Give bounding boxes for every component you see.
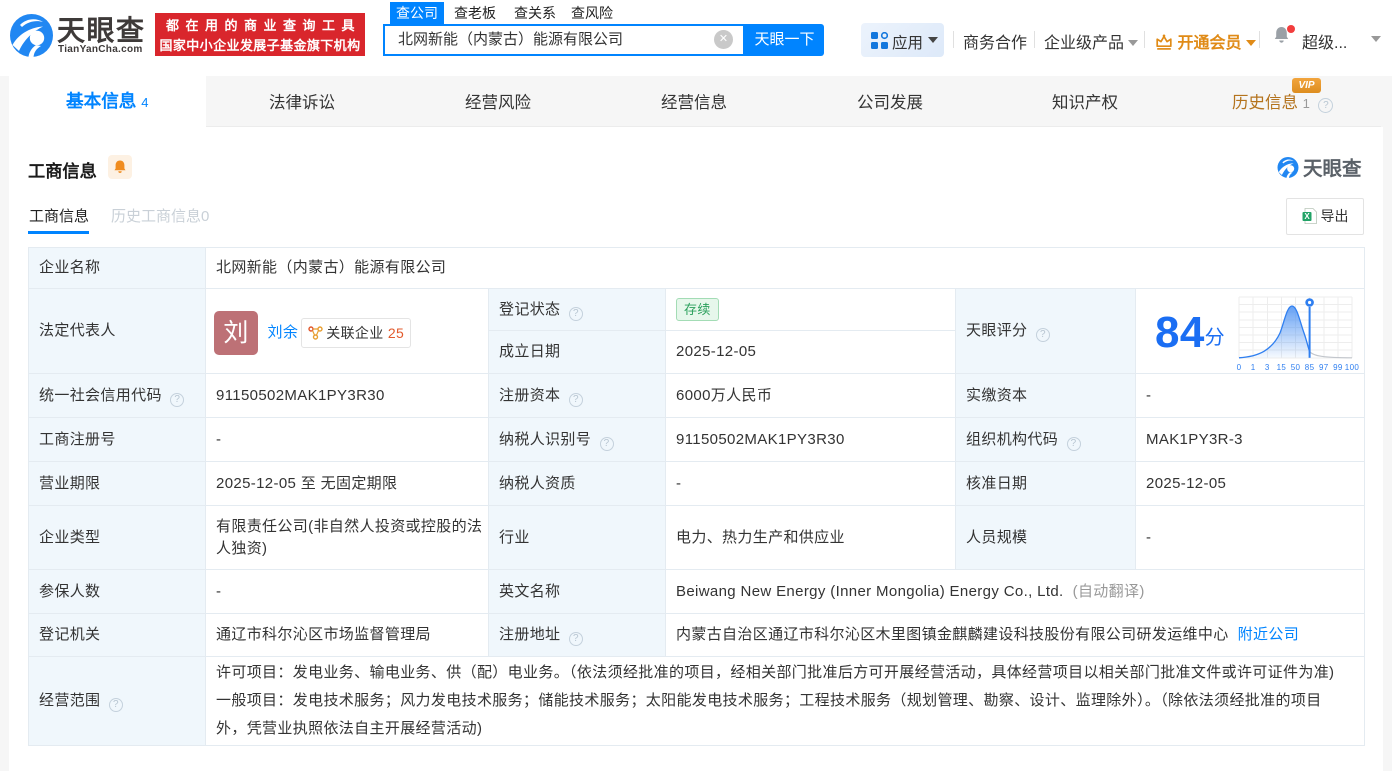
svg-text:X: X: [1304, 212, 1310, 221]
svg-text:15: 15: [1277, 363, 1287, 372]
svg-text:99: 99: [1333, 363, 1343, 372]
svg-text:97: 97: [1319, 363, 1329, 372]
svg-text:3: 3: [1265, 363, 1270, 372]
svg-text:85: 85: [1305, 363, 1315, 372]
svg-text:1: 1: [1251, 363, 1256, 372]
svg-text:0: 0: [1237, 363, 1242, 372]
svg-text:天眼查: 天眼查: [1303, 157, 1362, 180]
svg-text:100: 100: [1345, 363, 1360, 372]
svg-text:50: 50: [1291, 363, 1301, 372]
